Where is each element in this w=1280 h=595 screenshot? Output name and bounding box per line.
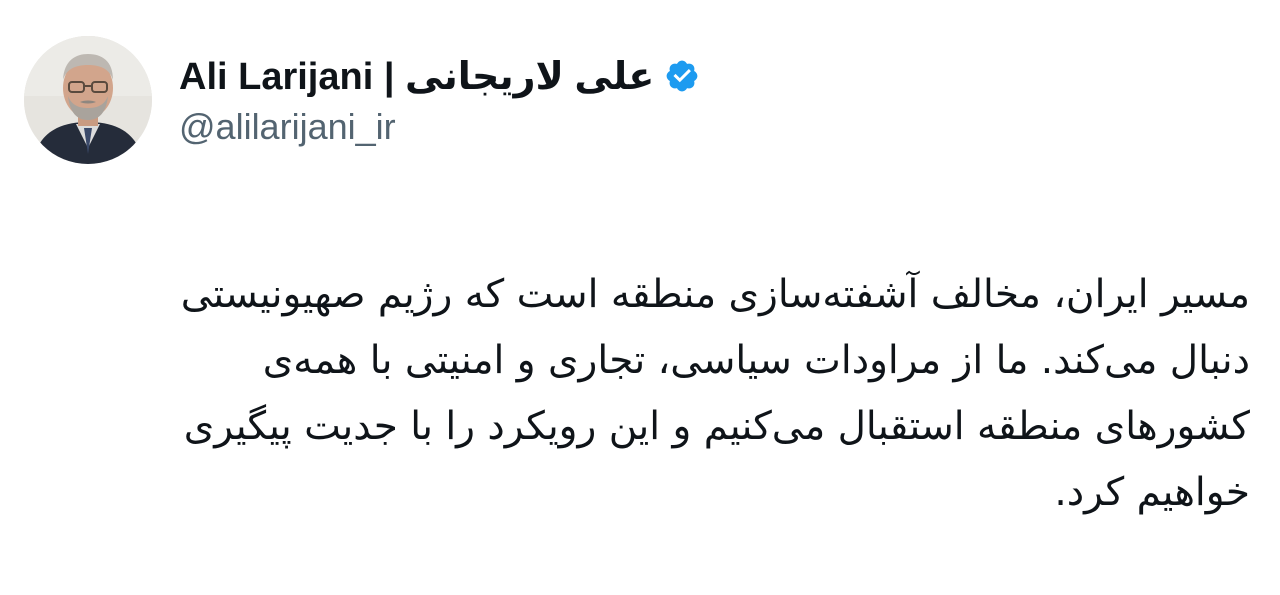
name-row: علی لاریجانی | Ali Larijani — [179, 50, 700, 102]
verified-badge-icon — [664, 58, 700, 94]
tweet-card[interactable]: علی لاریجانی | Ali Larijani @alilarijani… — [0, 0, 1280, 595]
author-info: علی لاریجانی | Ali Larijani @alilarijani… — [179, 50, 700, 148]
author-handle[interactable]: @alilarijani_ir — [179, 106, 700, 148]
avatar[interactable] — [24, 36, 152, 164]
tweet-text-line: کشورهای منطقه استقبال می‌کنیم و این رویک… — [183, 404, 1250, 449]
tweet-header: علی لاریجانی | Ali Larijani @alilarijani… — [24, 36, 700, 166]
tweet-text: مسیر ایران، مخالف آشفته‌سازی منطقه است ک… — [18, 262, 1250, 526]
tweet-text-line: دنبال می‌کند. ما از مراودات سیاسی، تجاری… — [262, 338, 1250, 383]
avatar-photo — [24, 36, 152, 164]
tweet-text-line: خواهیم کرد. — [1054, 470, 1250, 515]
tweet-text-line: مسیر ایران، مخالف آشفته‌سازی منطقه است ک… — [180, 272, 1250, 317]
display-name[interactable]: علی لاریجانی | Ali Larijani — [179, 54, 654, 99]
